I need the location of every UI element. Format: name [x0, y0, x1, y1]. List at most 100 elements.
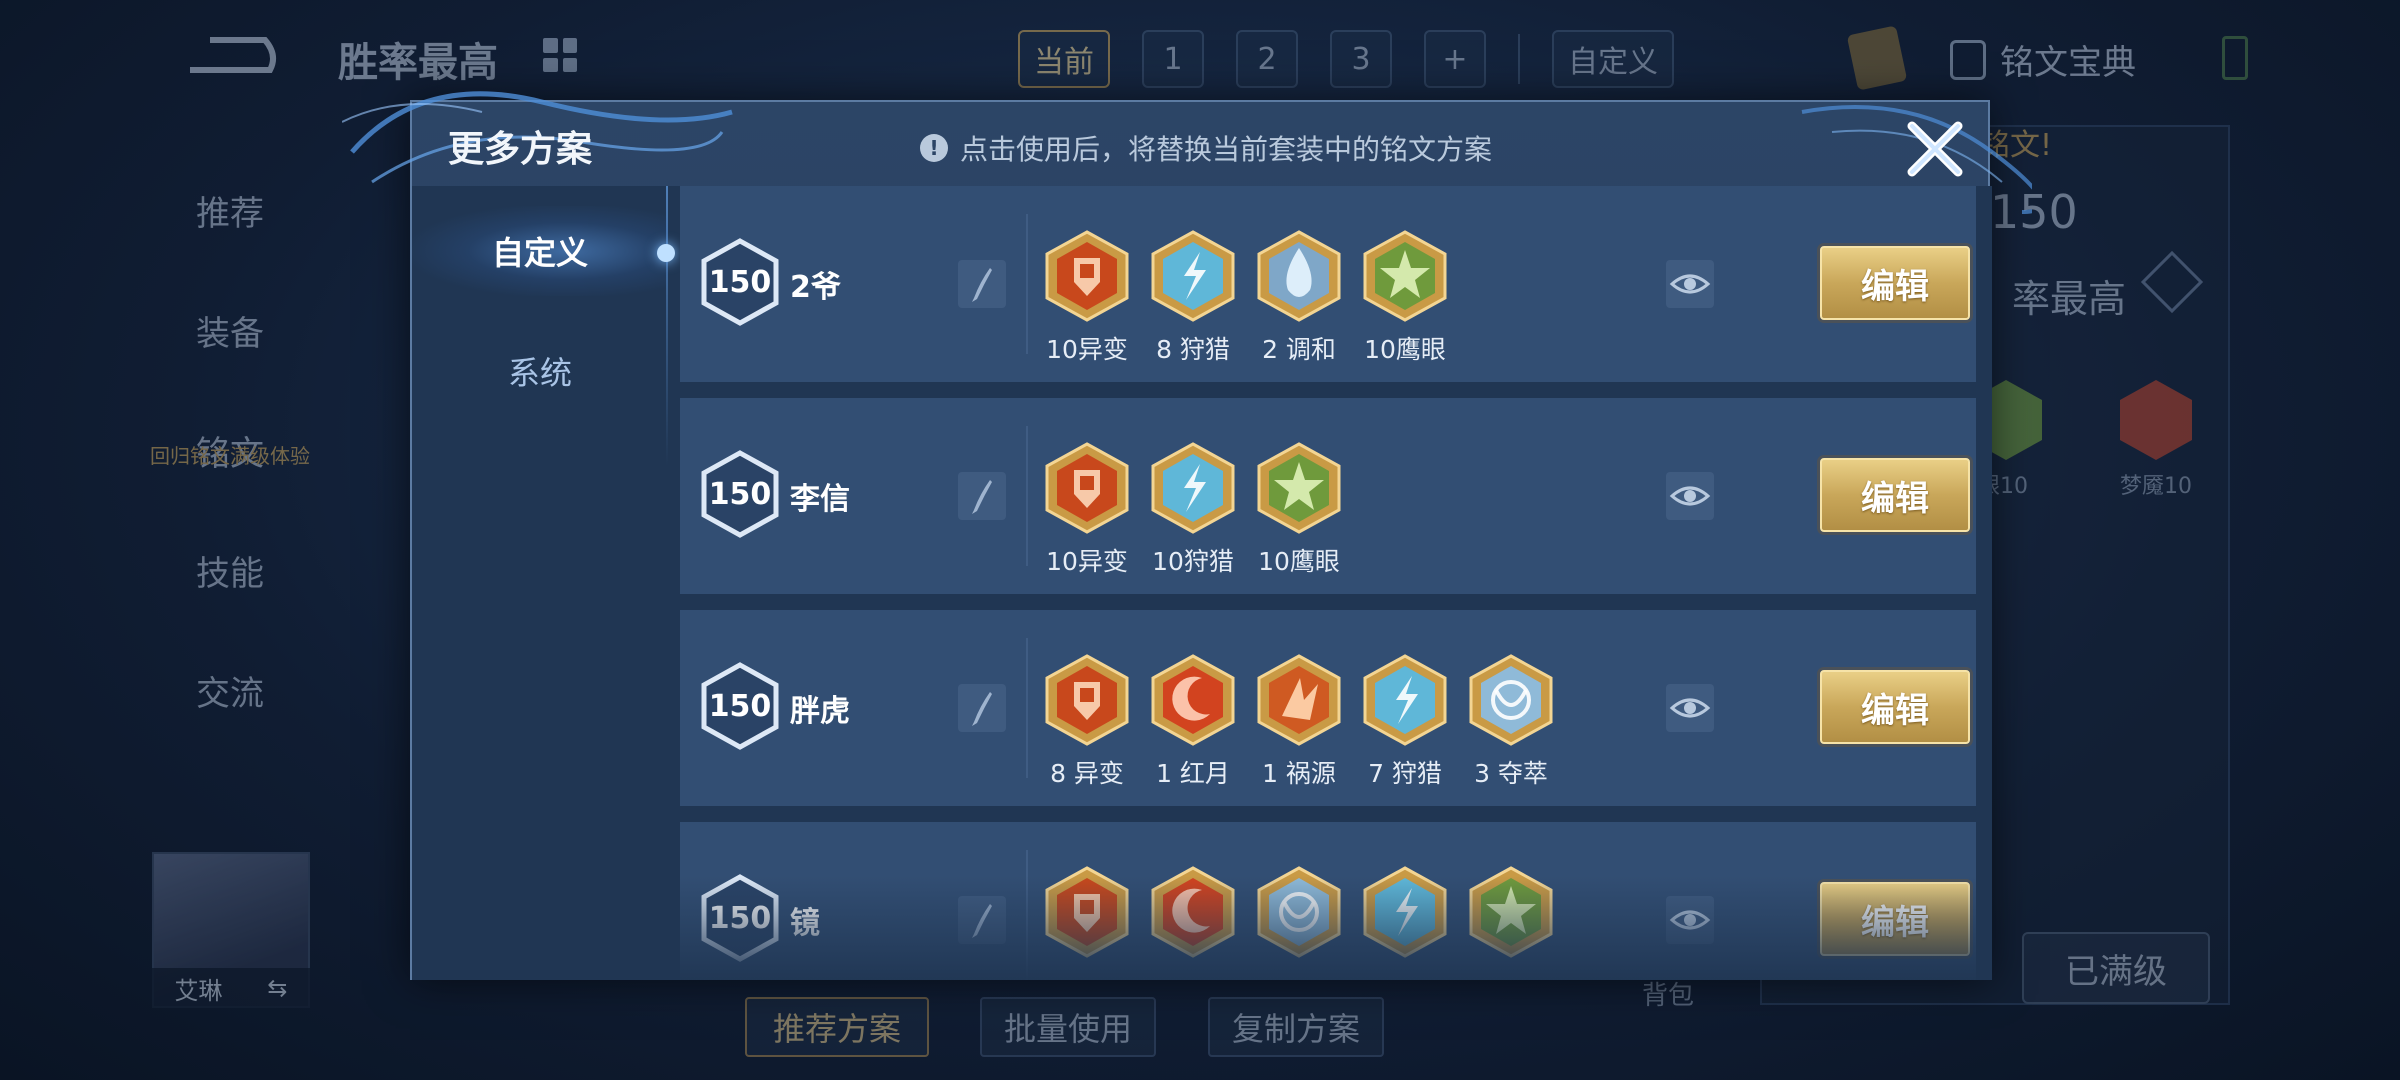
- rune-count: 10狩猎: [1152, 547, 1234, 576]
- level-value: 150: [708, 476, 772, 512]
- maxed-button[interactable]: 已满级: [2022, 932, 2210, 1004]
- rune-item: 2 调和: [1256, 230, 1342, 366]
- rune-item: 8 异变: [1044, 654, 1130, 790]
- rune-item: 8 狩猎: [1150, 230, 1236, 366]
- level-badge: 150: [700, 450, 780, 538]
- tab-custom[interactable]: 自定义: [1552, 30, 1674, 88]
- rune-item: 3 夺萃: [1468, 654, 1554, 790]
- plan-name: 镜: [790, 906, 820, 941]
- dialog-notice: ! 点击使用后，将替换当前套装中的铭文方案: [920, 128, 1492, 168]
- plan-type-tabs: 自定义 系统: [412, 186, 675, 980]
- rune-item: 10异变: [1044, 442, 1130, 578]
- tab-custom-plans[interactable]: 自定义: [412, 206, 668, 296]
- rename-pen-icon[interactable]: [958, 472, 1006, 520]
- plan-row[interactable]: 150 镜 编辑: [680, 822, 1976, 980]
- rune-count: 7 狩猎: [1368, 759, 1442, 788]
- tab-2[interactable]: 2: [1236, 30, 1298, 88]
- rune-count: 8 异变: [1050, 759, 1124, 788]
- rune-item: 10异变: [1044, 230, 1130, 366]
- plan-row[interactable]: 150 李信 10异变 10狩猎 10鹰眼 编辑: [680, 398, 1976, 594]
- rune-count: 8 狩猎: [1156, 335, 1230, 364]
- right-panel-level: 150: [1990, 185, 2078, 239]
- blue-lightning-rune-icon: [1150, 442, 1236, 538]
- tab-current[interactable]: 当前: [1018, 30, 1110, 88]
- plan-name: 2爷: [790, 270, 841, 305]
- red-shield-rune-icon: [1044, 230, 1130, 326]
- rune-count: 3 夺萃: [1474, 759, 1548, 788]
- tab-system-plans[interactable]: 系统: [412, 326, 668, 416]
- edit-button[interactable]: 编辑: [1820, 882, 1970, 956]
- rune-item: [1150, 866, 1236, 966]
- rune-count: 1 祸源: [1262, 759, 1336, 788]
- plan-name: 李信: [790, 482, 850, 517]
- rune-count: 10异变: [1046, 335, 1128, 364]
- bag-label[interactable]: 背包: [1642, 975, 1694, 1012]
- hero-name-bar[interactable]: 艾琳 ⇆: [152, 968, 310, 1008]
- red-shield-rune-icon: [1044, 654, 1130, 750]
- signal-icon: [2222, 36, 2248, 80]
- eye-icon[interactable]: [1666, 472, 1714, 520]
- dialog-title: 更多方案: [448, 129, 593, 170]
- edit-button[interactable]: 编辑: [1820, 670, 1970, 744]
- rune-dict-label: 铭文宝典: [2000, 43, 2136, 83]
- rename-pen-icon[interactable]: [958, 684, 1006, 732]
- rename-pen-icon[interactable]: [958, 896, 1006, 944]
- side-menu-chat[interactable]: 交流: [130, 630, 330, 750]
- tab-1[interactable]: 1: [1142, 30, 1204, 88]
- blue-lightning-rune-icon: [1362, 866, 1448, 962]
- book-icon: [1950, 39, 1986, 80]
- batch-use-button[interactable]: 批量使用: [980, 997, 1156, 1057]
- level-badge: 150: [700, 662, 780, 750]
- swap-icon: ⇆: [267, 974, 288, 1002]
- green-star-rune-icon: [1362, 230, 1448, 326]
- row-divider: [1026, 850, 1028, 980]
- blue-lightning-rune-icon: [1150, 230, 1236, 326]
- hero-name: 艾琳: [174, 976, 223, 1005]
- plan-list[interactable]: 150 2爷 10异变 8 狩猎 2 调和 10鹰眼 编辑 150 李信 10异变 10狩猎 10鹰眼…: [680, 186, 1976, 980]
- rune-count: 10鹰眼: [1364, 335, 1446, 364]
- rune-item: 10鹰眼: [1362, 230, 1448, 366]
- more-plans-dialog: 更多方案 ! 点击使用后，将替换当前套装中的铭文方案 自定义 系统 150 2爷 1…: [342, 91, 2032, 980]
- plan-row[interactable]: 150 2爷 10异变 8 狩猎 2 调和 10鹰眼 编辑: [680, 186, 1976, 382]
- eye-icon[interactable]: [1666, 684, 1714, 732]
- rune-card-icon[interactable]: [1846, 25, 1908, 91]
- side-menu: 推荐 装备 铭文 技能 交流 回归铭文满级体验: [130, 150, 330, 750]
- right-rune-label: 梦魇10: [2120, 474, 2192, 499]
- side-menu-equipment[interactable]: 装备: [130, 270, 330, 390]
- green-star-rune-icon: [1256, 442, 1342, 538]
- rune-count: 2 调和: [1262, 335, 1336, 364]
- green-star-rune-icon: [1468, 866, 1554, 962]
- edit-button[interactable]: 编辑: [1820, 458, 1970, 532]
- grid-menu-icon[interactable]: [543, 38, 577, 72]
- blue-drop-rune-icon: [1256, 230, 1342, 326]
- eye-icon[interactable]: [1666, 896, 1714, 944]
- rune-item: 7 狩猎: [1362, 654, 1448, 790]
- close-icon[interactable]: [1900, 114, 1970, 184]
- rune-count: 10异变: [1046, 547, 1128, 576]
- recommend-plan-button[interactable]: 推荐方案: [745, 997, 929, 1057]
- tab-add[interactable]: +: [1424, 30, 1486, 88]
- blue-knot-rune-icon: [1468, 654, 1554, 750]
- tab-divider: [1518, 34, 1520, 84]
- tab-3[interactable]: 3: [1330, 30, 1392, 88]
- page-title: 胜率最高: [338, 40, 498, 86]
- rune-item: [1256, 866, 1342, 966]
- copy-plan-button[interactable]: 复制方案: [1208, 997, 1384, 1057]
- dialog-body: 自定义 系统 150 2爷 10异变 8 狩猎 2 调和 10鹰眼 编辑 150 李信 10异变 1…: [412, 186, 1992, 980]
- red-shield-rune-icon: [1044, 866, 1130, 962]
- side-menu-sub-label: 回归铭文满级体验: [150, 444, 310, 468]
- back-arrow-icon[interactable]: [180, 30, 280, 80]
- info-icon: !: [920, 134, 948, 162]
- red-moon-rune-icon: [1150, 654, 1236, 750]
- plan-row[interactable]: 150 胖虎 8 异变 1 红月 1 祸源 7 狩猎 3 夺萃 编辑: [680, 610, 1976, 806]
- red-shield-rune-icon: [1044, 442, 1130, 538]
- rune-item: [1044, 866, 1130, 966]
- rune-dict-button[interactable]: 铭文宝典: [1950, 35, 2136, 84]
- side-menu-skills[interactable]: 技能: [130, 510, 330, 630]
- eye-icon[interactable]: [1666, 260, 1714, 308]
- rune-count: 1 红月: [1156, 759, 1230, 788]
- level-badge: 150: [700, 874, 780, 962]
- edit-button[interactable]: 编辑: [1820, 246, 1970, 320]
- side-menu-recommend[interactable]: 推荐: [130, 150, 330, 270]
- rename-pen-icon[interactable]: [958, 260, 1006, 308]
